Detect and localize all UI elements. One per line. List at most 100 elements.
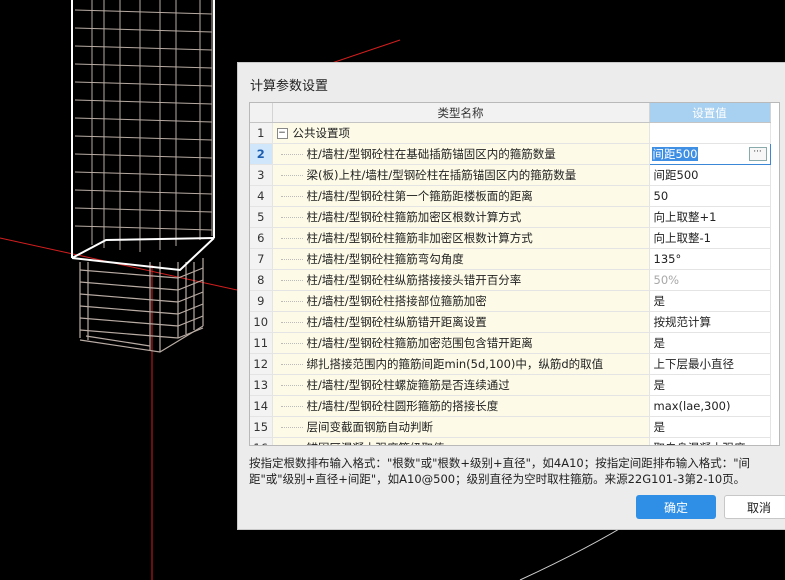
- table-row[interactable]: 1− 公共设置项: [250, 122, 771, 144]
- row-number: 2: [250, 143, 273, 165]
- param-name-cell[interactable]: 柱/墙柱/型钢砼柱圆形箍筋的搭接长度: [272, 395, 650, 417]
- param-value-text: 上下层最小直径: [653, 357, 735, 371]
- dialog-title: 计算参数设置: [250, 79, 329, 94]
- param-name-cell[interactable]: 柱/墙柱/型钢砼柱第一个箍筋距楼板面的距离: [272, 185, 650, 207]
- row-number: 5: [250, 206, 273, 228]
- param-name-cell[interactable]: 柱/墙柱/型钢砼柱搭接部位箍筋加密: [272, 290, 650, 312]
- tree-connector: [280, 427, 303, 428]
- tree-connector: [280, 259, 303, 260]
- column-header-name[interactable]: 类型名称: [272, 103, 650, 123]
- param-name-cell[interactable]: 绑扎搭接范围内的箍筋间距min(5d,100)中，纵筋d的取值: [272, 353, 650, 375]
- row-number: 4: [250, 185, 273, 207]
- tree-connector: [280, 406, 303, 407]
- param-name-cell[interactable]: − 公共设置项: [272, 122, 650, 144]
- row-number: 14: [250, 395, 273, 417]
- row-number: 15: [250, 416, 273, 438]
- row-number: 16: [250, 437, 273, 445]
- param-name-cell[interactable]: 层间变截面钢筋自动判断: [272, 416, 650, 438]
- param-name-text: 柱/墙柱/型钢砼柱搭接部位箍筋加密: [306, 294, 487, 308]
- param-name-cell[interactable]: 柱/墙柱/型钢砼柱箍筋加密范围包含错开距离: [272, 332, 650, 354]
- param-value-cell[interactable]: 向上取整-1: [649, 227, 771, 249]
- row-number: 7: [250, 248, 273, 270]
- param-name-cell[interactable]: 柱/墙柱/型钢砼柱箍筋非加密区根数计算方式: [272, 227, 650, 249]
- param-value-cell[interactable]: 向上取整+1: [649, 206, 771, 228]
- tree-connector: [280, 280, 303, 281]
- table-row[interactable]: 16 锚固区混凝土强度等级取值 取自身混凝土强度: [250, 437, 771, 445]
- params-grid[interactable]: 类型名称 设置值 1− 公共设置项 2 柱/墙柱/型钢砼柱在基础插筋锚固区内的箍筋数量…: [249, 102, 780, 446]
- param-value-text: 向上取整-1: [653, 231, 711, 245]
- param-value-cell[interactable]: 是: [649, 416, 771, 438]
- row-number: 11: [250, 332, 273, 354]
- table-row[interactable]: 8 柱/墙柱/型钢砼柱纵筋搭接接头错开百分率 50%: [250, 269, 771, 291]
- table-row[interactable]: 14 柱/墙柱/型钢砼柱圆形箍筋的搭接长度 max(lae,300): [250, 395, 771, 417]
- tree-connector: [280, 301, 303, 302]
- row-number: 1: [250, 122, 273, 144]
- tree-connector: [280, 238, 303, 239]
- param-value-cell[interactable]: 50%: [649, 269, 771, 291]
- param-name-cell[interactable]: 柱/墙柱/型钢砼柱纵筋错开距离设置: [272, 311, 650, 333]
- table-row[interactable]: 5 柱/墙柱/型钢砼柱箍筋加密区根数计算方式 向上取整+1: [250, 206, 771, 228]
- table-row[interactable]: 6 柱/墙柱/型钢砼柱箍筋非加密区根数计算方式 向上取整-1: [250, 227, 771, 249]
- param-value-cell[interactable]: 间距500 ···: [648, 143, 771, 165]
- row-number: 10: [250, 311, 273, 333]
- param-value-text: max(lae,300): [653, 399, 731, 413]
- param-value-cell[interactable]: 上下层最小直径: [649, 353, 771, 375]
- param-value-cell[interactable]: 是: [649, 374, 771, 396]
- param-name-text: 柱/墙柱/型钢砼柱箍筋弯勾角度: [306, 252, 464, 266]
- param-value-cell[interactable]: max(lae,300): [649, 395, 771, 417]
- table-row[interactable]: 15 层间变截面钢筋自动判断 是: [250, 416, 771, 438]
- param-name-cell[interactable]: 柱/墙柱/型钢砼柱在基础插筋锚固区内的箍筋数量: [272, 143, 650, 165]
- table-row[interactable]: 4 柱/墙柱/型钢砼柱第一个箍筋距楼板面的距离 50: [250, 185, 771, 207]
- table-row[interactable]: 7 柱/墙柱/型钢砼柱箍筋弯勾角度 135°: [250, 248, 771, 270]
- param-value-cell[interactable]: [649, 122, 771, 144]
- param-name-cell[interactable]: 柱/墙柱/型钢砼柱纵筋搭接接头错开百分率: [272, 269, 650, 291]
- ok-button[interactable]: 确定: [636, 495, 716, 519]
- tree-connector: [280, 154, 303, 155]
- param-value-cell[interactable]: 是: [649, 332, 771, 354]
- param-value-text: 是: [653, 420, 666, 434]
- param-name-cell[interactable]: 柱/墙柱/型钢砼柱箍筋加密区根数计算方式: [272, 206, 650, 228]
- param-value-cell[interactable]: 是: [649, 290, 771, 312]
- param-value-cell[interactable]: 50: [649, 185, 771, 207]
- tree-connector: [280, 196, 303, 197]
- param-name-text: 公共设置项: [292, 126, 351, 140]
- param-value-text: 是: [653, 378, 666, 392]
- tree-connector: [280, 217, 303, 218]
- cancel-button[interactable]: 取消: [724, 495, 785, 519]
- param-name-text: 柱/墙柱/型钢砼柱箍筋加密区根数计算方式: [306, 210, 522, 224]
- collapse-minus-icon[interactable]: −: [276, 128, 288, 139]
- table-row[interactable]: 13 柱/墙柱/型钢砼柱螺旋箍筋是否连续通过 是: [250, 374, 771, 396]
- param-name-text: 锚固区混凝土强度等级取值: [307, 441, 445, 445]
- param-value-cell[interactable]: 取自身混凝土强度: [649, 437, 771, 445]
- column-header-value[interactable]: 设置值: [649, 103, 771, 123]
- tree-connector: [280, 343, 303, 344]
- param-value-cell[interactable]: 按规范计算: [649, 311, 771, 333]
- table-row[interactable]: 3 梁(板)上柱/墙柱/型钢砼柱在插筋锚固区内的箍筋数量 间距500: [250, 164, 771, 186]
- column-cage-lower: [79, 258, 204, 353]
- table-row[interactable]: 10 柱/墙柱/型钢砼柱纵筋错开距离设置 按规范计算: [250, 311, 771, 333]
- param-name-cell[interactable]: 锚固区混凝土强度等级取值: [272, 437, 650, 445]
- param-value-text: 50%: [653, 273, 680, 287]
- param-name-cell[interactable]: 梁(板)上柱/墙柱/型钢砼柱在插筋锚固区内的箍筋数量: [272, 164, 650, 186]
- param-value-cell[interactable]: 135°: [649, 248, 771, 270]
- tree-connector: [280, 364, 303, 365]
- param-name-text: 柱/墙柱/型钢砼柱螺旋箍筋是否连续通过: [306, 378, 510, 392]
- table-row[interactable]: 11 柱/墙柱/型钢砼柱箍筋加密范围包含错开距离 是: [250, 332, 771, 354]
- param-value-text: 135°: [653, 252, 682, 266]
- param-value-text: 间距500: [651, 147, 699, 161]
- column-cage-upper: [74, 0, 213, 252]
- param-name-text: 柱/墙柱/型钢砼柱第一个箍筋距楼板面的距离: [306, 189, 533, 203]
- table-row[interactable]: 12 绑扎搭接范围内的箍筋间距min(5d,100)中，纵筋d的取值 上下层最小直径: [250, 353, 771, 375]
- param-name-cell[interactable]: 柱/墙柱/型钢砼柱螺旋箍筋是否连续通过: [272, 374, 650, 396]
- param-value-cell[interactable]: 间距500: [649, 164, 771, 186]
- row-number: 9: [250, 290, 273, 312]
- row-number: 6: [250, 227, 273, 249]
- table-row[interactable]: 9 柱/墙柱/型钢砼柱搭接部位箍筋加密 是: [250, 290, 771, 312]
- param-name-cell[interactable]: 柱/墙柱/型钢砼柱箍筋弯勾角度: [272, 248, 650, 270]
- row-number: 12: [250, 353, 273, 375]
- param-name-text: 柱/墙柱/型钢砼柱箍筋非加密区根数计算方式: [306, 231, 533, 245]
- table-row[interactable]: 2 柱/墙柱/型钢砼柱在基础插筋锚固区内的箍筋数量 间距500 ···: [250, 143, 771, 165]
- param-name-text: 梁(板)上柱/墙柱/型钢砼柱在插筋锚固区内的箍筋数量: [306, 168, 577, 182]
- ellipsis-icon[interactable]: ···: [748, 147, 767, 161]
- param-name-text: 层间变截面钢筋自动判断: [306, 420, 434, 434]
